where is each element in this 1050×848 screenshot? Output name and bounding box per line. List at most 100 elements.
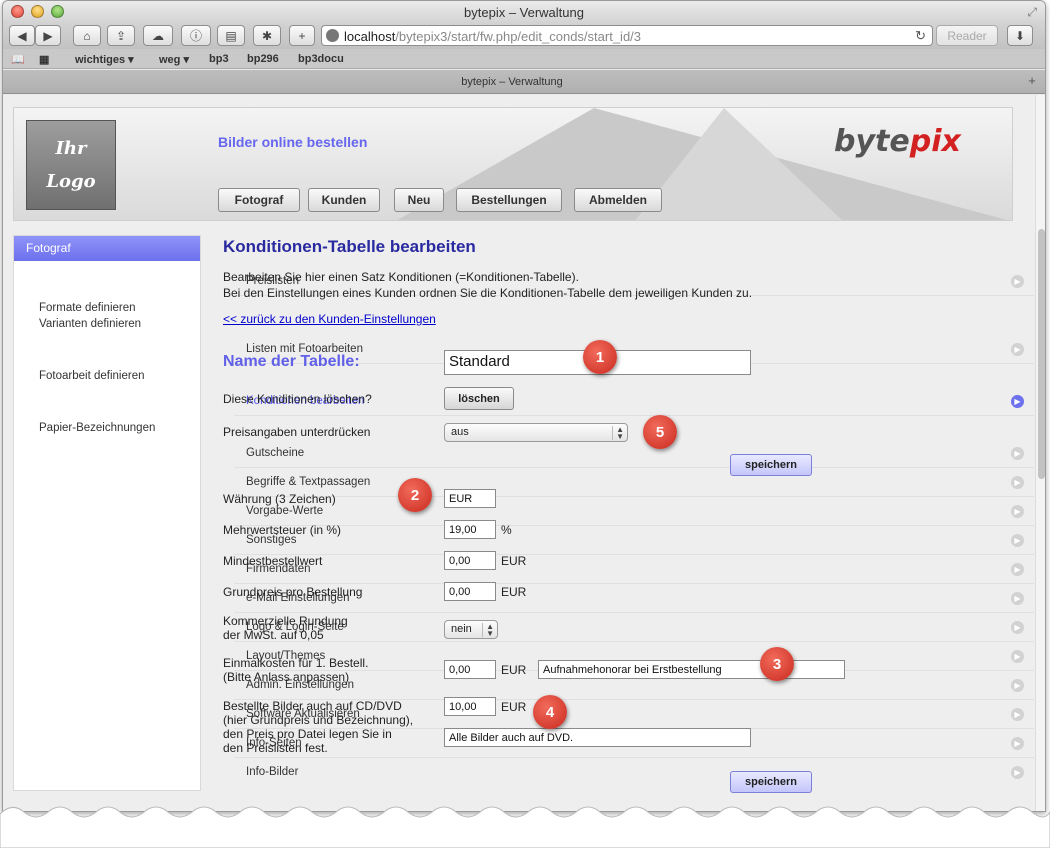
url-path: /bytepix3/start/fw.php/edit_conds/start_… [395, 29, 642, 44]
bookmark-bp3[interactable]: bp3 [209, 53, 229, 65]
vertical-scrollbar[interactable] [1035, 95, 1045, 811]
address-bar[interactable]: localhost/bytepix3/start/fw.php/edit_con… [321, 25, 933, 46]
top-sites-icon[interactable]: ▦ [39, 53, 49, 66]
browser-window: bytepix – Verwaltung ⤢ ◀ ▶ ⌂ ⇪ ☁ ⓘ ▤ ✱ +… [2, 0, 1046, 812]
scrollbar-thumb[interactable] [1038, 229, 1045, 479]
delete-label: Diese Konditionen löschen? [223, 392, 372, 406]
fullscreen-icon[interactable]: ⤢ [1027, 5, 1037, 20]
bookmark-bp296[interactable]: bp296 [247, 53, 279, 65]
bookmark-wichtiges[interactable]: wichtiges ▾ [75, 53, 134, 66]
intro-text: Bearbeiten Sie hier einen Satz Kondition… [223, 269, 923, 301]
vat-label: Mehrwertsteuer (in %) [223, 523, 342, 537]
select-arrows-icon: ▲ ▼ [482, 623, 494, 638]
brand-part-1: byte [834, 124, 910, 159]
base-price-label: Grundpreis pro Bestellung [223, 585, 363, 599]
min-order-input[interactable]: 0,00 [444, 551, 496, 570]
download-icon: ⬇ [1014, 28, 1026, 43]
nav-kunden[interactable]: Kunden [308, 188, 380, 212]
extension-button[interactable]: ▤ [217, 25, 245, 46]
download-button[interactable]: ⬇ [1007, 25, 1033, 46]
bookmark-label: wichtiges [75, 54, 126, 66]
new-tab-icon[interactable]: + [1023, 73, 1041, 91]
vat-unit: % [501, 523, 512, 537]
annotation-marker-4: 4 [533, 695, 567, 729]
sidebar-sub-papier[interactable]: Papier-Bezeichnungen [39, 422, 155, 434]
cd-label-line: Bestellte Bilder auch auf CD/DVD [223, 699, 402, 713]
one-time-label-line: Einmalkosten für 1. Bestell. [223, 656, 369, 670]
currency-input[interactable]: EUR [444, 489, 496, 508]
nav-fotograf[interactable]: Fotograf [218, 188, 300, 212]
back-button[interactable]: ◀ [9, 25, 35, 46]
save-button-top[interactable]: speichern [730, 454, 812, 476]
rounding-label-line: der MwSt. auf 0,05 [223, 628, 324, 642]
currency-label: Währung (3 Zeichen) [223, 492, 336, 506]
bookmark-bp3docu[interactable]: bp3docu [298, 53, 344, 65]
cd-label-line: den Preislisten fest. [223, 741, 328, 755]
one-time-costs-description-input[interactable]: Aufnahmehonorar bei Erstbestellung [538, 660, 845, 679]
reload-icon[interactable]: ↻ [915, 28, 926, 44]
rounding-label: Kommerzielle Rundung der MwSt. auf 0,05 [223, 614, 348, 642]
title-bar: bytepix – Verwaltung ⤢ [3, 1, 1045, 23]
back-to-customer-settings-link[interactable]: << zurück zu den Kunden-Einstellungen [223, 312, 436, 326]
nav-bestellungen[interactable]: Bestellungen [456, 188, 562, 212]
brand-logo: bytepix [834, 124, 961, 159]
cd-dvd-price-unit: EUR [501, 700, 527, 714]
brand-part-2: pix [909, 124, 961, 159]
cd-dvd-description-input[interactable]: Alle Bilder auch auf DVD. [444, 728, 751, 747]
cd-dvd-price-input[interactable]: 10,00 [444, 697, 496, 716]
bookmark-label: weg [159, 54, 181, 66]
vat-input[interactable]: 19,00 [444, 520, 496, 539]
forward-button[interactable]: ▶ [35, 25, 61, 46]
intro-line: Bei den Einstellungen eines Kunden ordne… [223, 286, 753, 300]
base-price-input[interactable]: 0,00 [444, 582, 496, 601]
cd-dvd-label: Bestellte Bilder auch auf CD/DVD (hier G… [223, 699, 413, 755]
nav-neu[interactable]: Neu [394, 188, 444, 212]
save-button-bottom[interactable]: speichern [730, 771, 812, 793]
logo-line-1: Ihr [55, 138, 87, 159]
sidebar-heading: Fotograf [14, 236, 200, 261]
reading-list-icon[interactable]: 📖 [11, 53, 25, 66]
sidebar-sub-formate[interactable]: Formate definieren [39, 302, 136, 314]
bookmark-weg[interactable]: weg ▾ [159, 53, 189, 66]
cloud-icon: ☁ [152, 28, 164, 43]
delete-button[interactable]: löschen [444, 387, 514, 410]
tab-bar: bytepix – Verwaltung + [3, 70, 1045, 94]
site-tagline: Bilder online bestellen [218, 134, 368, 150]
page-title: Konditionen-Tabelle bearbeiten [223, 237, 476, 256]
table-name-label: Name der Tabelle: [223, 353, 360, 370]
one-time-costs-unit: EUR [501, 663, 527, 677]
sidebar-sub-varianten[interactable]: Varianten definieren [39, 318, 141, 330]
suppress-prices-label: Preisangaben unterdrücken [223, 425, 371, 439]
bookmarks-bar: 📖 ▦ wichtiges ▾ weg ▾ bp3 bp296 bp3docu [3, 49, 1045, 69]
icloud-button[interactable]: ☁ [143, 25, 173, 46]
suppress-prices-select[interactable]: aus ▲ ▼ [444, 423, 628, 442]
home-button[interactable]: ⌂ [73, 25, 101, 46]
select-value: nein [451, 623, 472, 635]
share-icon: ⇪ [115, 28, 127, 43]
url-host: localhost [344, 29, 396, 44]
page-viewport: Ihr Logo Bilder online bestellen bytepix… [3, 95, 1035, 811]
torn-edge-decoration [0, 806, 1050, 848]
one-time-costs-input[interactable]: 0,00 [444, 660, 496, 679]
tab-active[interactable]: bytepix – Verwaltung [3, 70, 1021, 94]
rounding-select[interactable]: nein ▲ ▼ [444, 620, 498, 639]
share-button[interactable]: ⇪ [107, 25, 135, 46]
browser-toolbar: ◀ ▶ ⌂ ⇪ ☁ ⓘ ▤ ✱ + localhost/bytepix3/sta… [3, 23, 1045, 49]
select-value: aus [451, 426, 469, 438]
back-arrow-icon: ◀ [17, 28, 27, 43]
settings-button[interactable]: ✱ [253, 25, 281, 46]
sidebar: Fotograf Preislisten ▶ Formate definieren… [13, 235, 1034, 791]
cd-label-line: den Preis pro Datei legen Sie in [223, 727, 392, 741]
home-icon: ⌂ [83, 28, 91, 43]
min-order-label: Mindestbestellwert [223, 554, 323, 568]
url-text: localhost/bytepix3/start/fw.php/edit_con… [344, 29, 641, 44]
nav-abmelden[interactable]: Abmelden [574, 188, 662, 212]
annotation-marker-5: 5 [643, 415, 677, 449]
add-bookmark-button[interactable]: + [289, 25, 315, 46]
annotation-marker-3: 3 [760, 647, 794, 681]
info-button[interactable]: ⓘ [181, 25, 211, 46]
sidebar-sub-fotoarbeit[interactable]: Fotoarbeit definieren [39, 370, 144, 382]
reader-button[interactable]: Reader [936, 25, 998, 46]
one-time-costs-label: Einmalkosten für 1. Bestell. (Bitte Anla… [223, 656, 368, 684]
forward-arrow-icon: ▶ [43, 28, 53, 43]
